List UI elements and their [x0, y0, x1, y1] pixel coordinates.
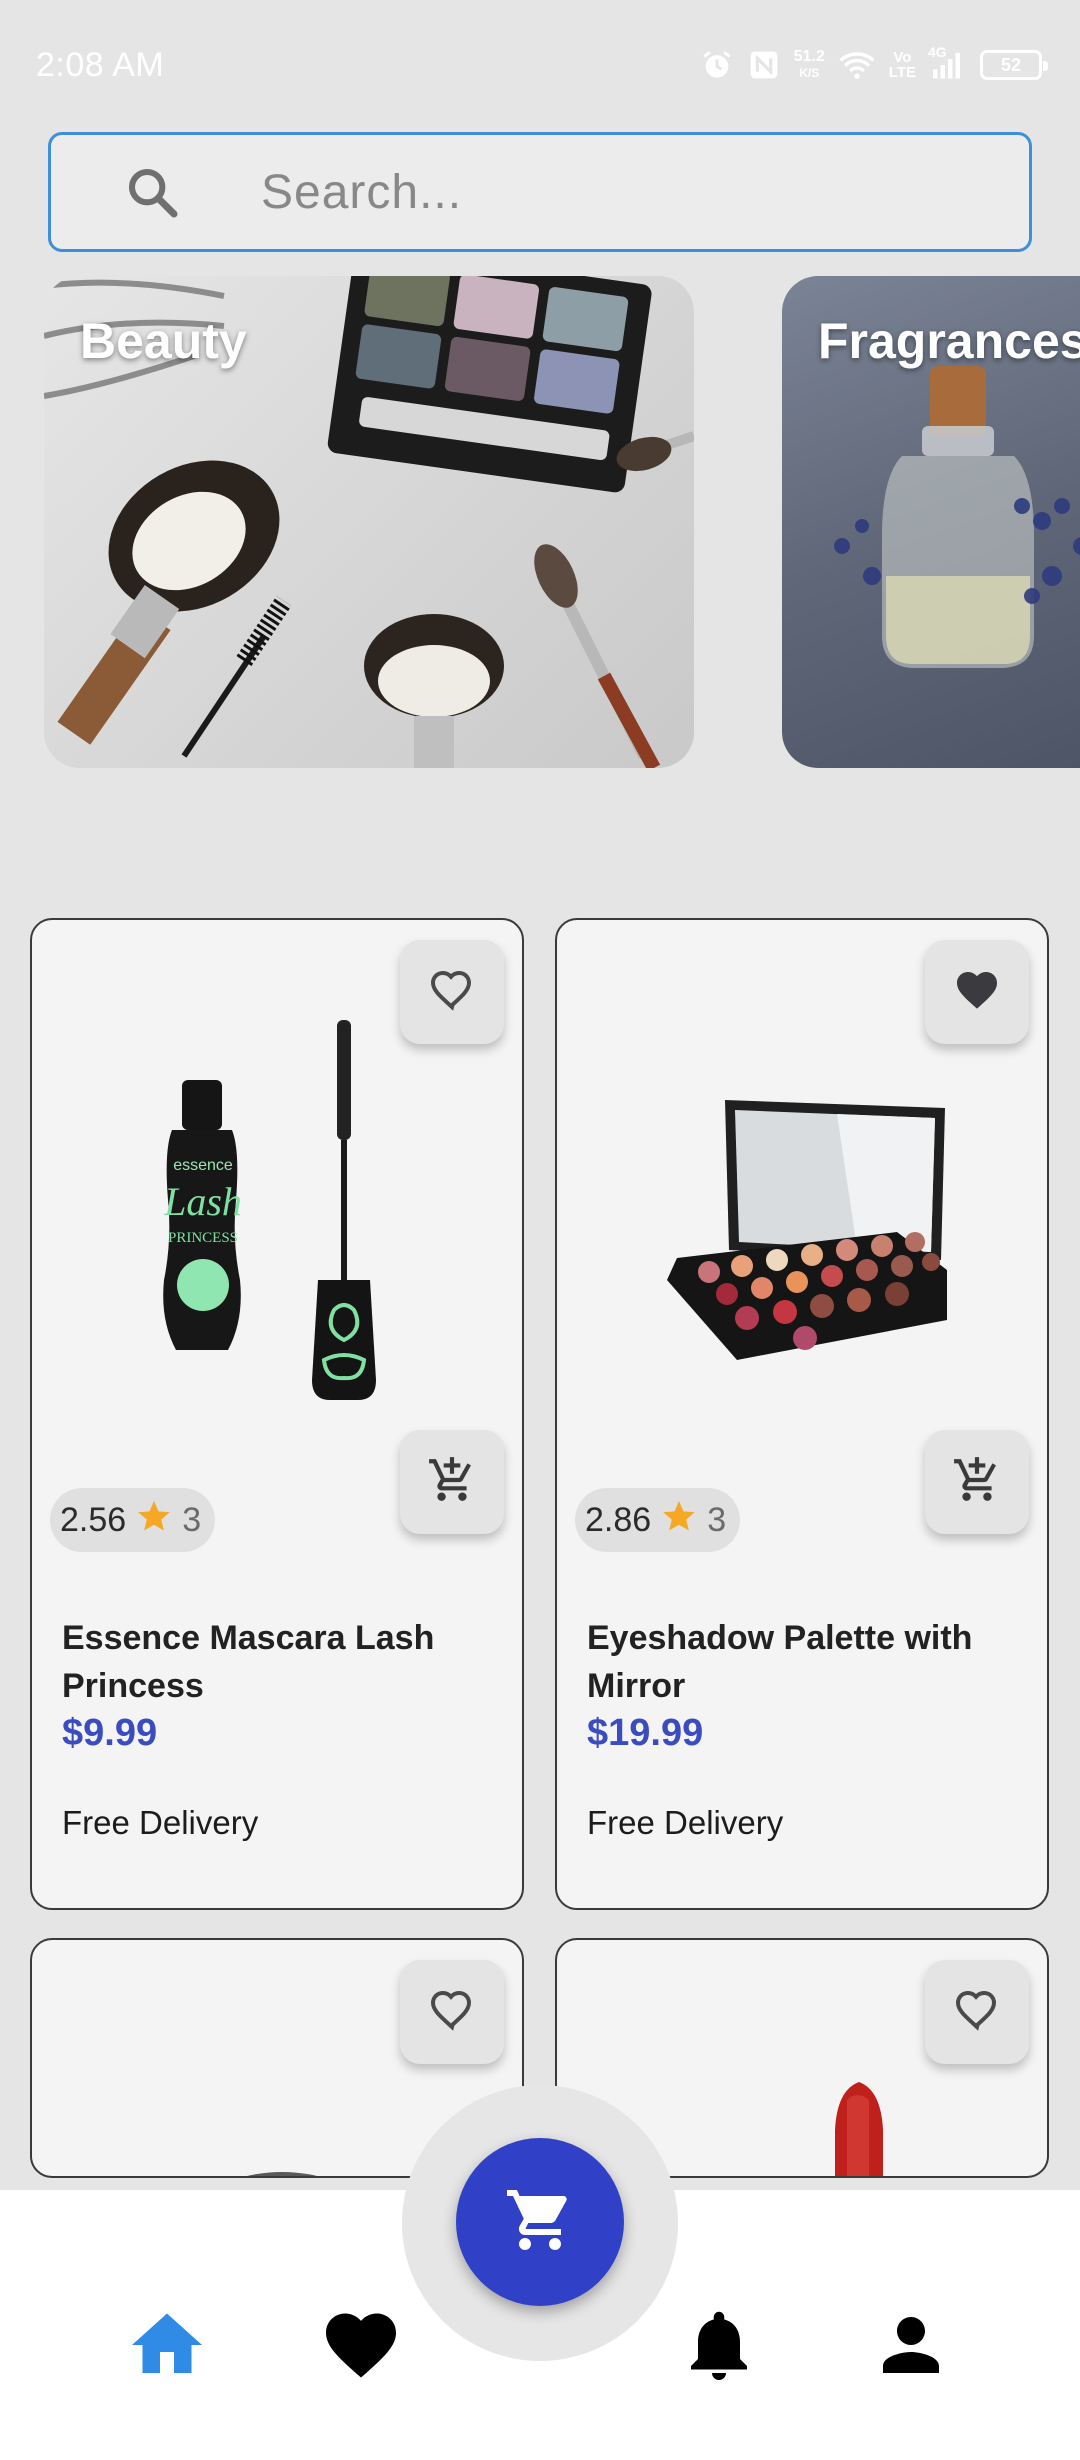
status-icons: 51.2 K/S Vo LTE 4G 52 [700, 44, 1048, 82]
product-card[interactable]: essence Lash PRINCESS 2.56 3 Essence Mas… [30, 918, 524, 1910]
svg-text:PRINCESS: PRINCESS [168, 1230, 238, 1246]
signal-icon: 4G [928, 44, 966, 80]
status-time: 2:08 AM [36, 45, 165, 84]
status-bar: 2:08 AM 51.2 K/S Vo LTE 4G 52 [0, 0, 1080, 130]
battery-indicator: 52 [980, 50, 1048, 80]
product-price: $9.99 [62, 1712, 158, 1754]
nav-notifications[interactable] [674, 2302, 764, 2392]
bell-icon [677, 2303, 761, 2392]
delivery-info: Free Delivery [62, 1804, 259, 1841]
rating-value: 2.56 [60, 1500, 127, 1539]
volte-indicator: Vo LTE [888, 49, 916, 81]
rating-count: 3 [182, 1500, 202, 1539]
home-icon [125, 2303, 209, 2392]
cart-fab-button[interactable] [456, 2138, 624, 2306]
search-icon [125, 165, 181, 226]
nav-favorites[interactable] [316, 2302, 406, 2392]
svg-text:essence: essence [173, 1157, 233, 1174]
svg-text:Lash: Lash [163, 1179, 242, 1224]
rating-value: 2.86 [585, 1500, 652, 1539]
add-shopping-cart-icon [427, 1455, 477, 1510]
product-name: Eyeshadow Palette with Mirror [587, 1619, 973, 1705]
category-card-fragrances[interactable]: Fragrances [782, 276, 1080, 768]
nav-profile[interactable] [866, 2302, 956, 2392]
product-name: Essence Mascara Lash Princess [62, 1619, 435, 1705]
alarm-icon [700, 48, 734, 82]
heart-outline-icon [428, 966, 476, 1019]
person-icon [869, 2303, 953, 2392]
add-to-cart-button[interactable] [400, 1430, 504, 1534]
search-input[interactable] [261, 135, 1001, 249]
rating-count: 3 [707, 1500, 727, 1539]
category-label: Fragrances [818, 313, 1080, 369]
category-label: Beauty [80, 313, 247, 369]
search-bar[interactable] [48, 132, 1032, 252]
nfc-icon [748, 49, 780, 81]
add-shopping-cart-icon [952, 1455, 1002, 1510]
star-icon [136, 1498, 172, 1543]
rating-badge: 2.56 3 [50, 1488, 216, 1552]
nav-home[interactable] [122, 2302, 212, 2392]
product-image [667, 1100, 947, 1360]
heart-filled-icon [319, 2303, 403, 2392]
add-to-cart-button[interactable] [925, 1430, 1029, 1534]
rating-badge: 2.86 3 [575, 1488, 741, 1552]
shopping-cart-icon [504, 2184, 576, 2261]
wifi-icon [839, 50, 875, 80]
product-card[interactable]: 2.86 3 Eyeshadow Palette with Mirror $19… [555, 918, 1049, 1910]
product-price: $19.99 [587, 1712, 704, 1754]
network-speed: 51.2 K/S [793, 48, 825, 81]
delivery-info: Free Delivery [587, 1804, 784, 1841]
category-card-beauty[interactable]: Beauty [44, 276, 694, 768]
heart-filled-icon [953, 966, 1001, 1019]
star-icon [661, 1498, 697, 1543]
product-image: essence Lash PRINCESS [163, 1020, 376, 1400]
